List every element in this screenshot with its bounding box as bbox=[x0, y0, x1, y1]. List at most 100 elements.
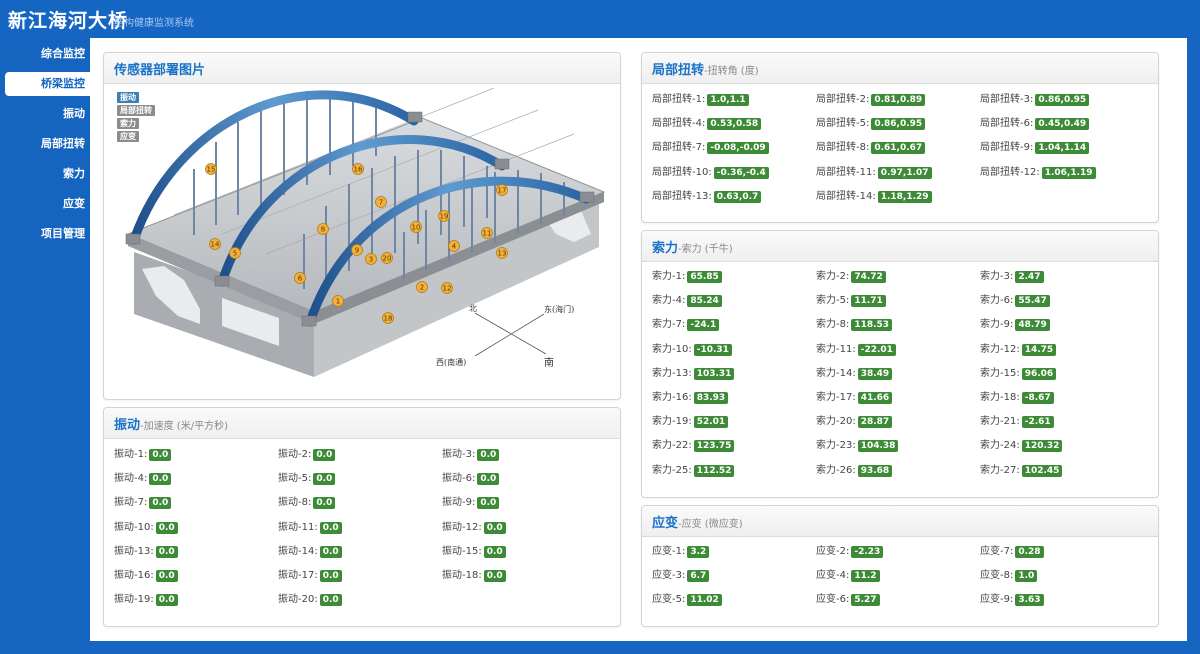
torsion-reading: 局部扭转-6: 0.45,0.49 bbox=[980, 117, 1090, 131]
cable-force-reading: 索力-9: 48.79 bbox=[980, 318, 1050, 332]
vibration-reading: 振动-15: 0.0 bbox=[442, 545, 506, 558]
sensor-marker[interactable]: 20 bbox=[381, 252, 393, 264]
sensor-marker[interactable]: 14 bbox=[209, 238, 221, 250]
sidebar-item-project-management[interactable]: 项目管理 bbox=[0, 222, 90, 246]
torsion-reading: 局部扭转-9: 1.04,1.14 bbox=[980, 141, 1090, 155]
cable-force-value-badge: -10.31 bbox=[693, 343, 732, 356]
torsion-reading: 局部扭转-8: 0.61,0.67 bbox=[816, 141, 926, 155]
cable-force-reading: 索力-27: 102.45 bbox=[980, 464, 1063, 477]
sidebar-item-bridge-monitor[interactable]: 桥梁监控 bbox=[5, 72, 90, 96]
torsion-reading-label: 局部扭转-10: bbox=[652, 166, 712, 178]
sensor-marker[interactable]: 18 bbox=[382, 312, 394, 324]
cable-force-reading: 索力-6: 55.47 bbox=[980, 294, 1050, 308]
strain-reading-label: 应变-8: bbox=[980, 570, 1014, 582]
cable-force-reading-label: 索力-15: bbox=[980, 367, 1020, 379]
sensor-marker[interactable]: 11 bbox=[481, 227, 493, 239]
cable-force-panel-subtitle: -索力 (千牛) bbox=[678, 244, 733, 255]
sensor-marker-label: 5 bbox=[233, 250, 237, 258]
vibration-reading: 振动-20: 0.0 bbox=[278, 593, 342, 607]
sensor-marker[interactable]: 2 bbox=[416, 281, 428, 293]
sensor-deployment-panel: 传感器部署图片 振动 局部扭转 索力 应变 北 东(海门) 西(南通) 南 1 … bbox=[103, 52, 621, 400]
torsion-panel-title: 局部扭转 bbox=[652, 63, 705, 78]
cable-force-reading-label: 索力-1: bbox=[652, 271, 686, 282]
cable-force-reading: 索力-14: 38.49 bbox=[816, 367, 893, 380]
cable-force-reading: 索力-24: 120.32 bbox=[980, 439, 1063, 453]
cable-force-reading-label: 索力-14: bbox=[816, 367, 856, 379]
torsion-panel: 局部扭转-扭转角 (度) 局部扭转-1: 1.0,1.1 局部扭转-2: 0.81,0… bbox=[641, 52, 1159, 223]
strain-reading-label: 应变-2: bbox=[816, 546, 850, 557]
sensor-marker[interactable]: 10 bbox=[410, 221, 422, 233]
sensor-marker-label: 6 bbox=[298, 275, 303, 283]
sensor-marker[interactable]: 17 bbox=[496, 184, 508, 196]
vibration-value-badge: 0.0 bbox=[483, 570, 506, 582]
sensor-marker-label: 20 bbox=[383, 255, 392, 263]
cable-force-reading-label: 索力-23: bbox=[816, 440, 856, 452]
strain-value-badge: 11.2 bbox=[851, 570, 880, 583]
vibration-reading: 振动-18: 0.0 bbox=[442, 569, 506, 582]
vibration-value-badge: 0.0 bbox=[149, 449, 172, 461]
sensor-marker[interactable]: 4 bbox=[448, 240, 460, 252]
torsion-reading-label: 局部扭转-1: bbox=[652, 94, 706, 105]
vibration-panel-header: 振动-加速度 (米/平方秒) bbox=[104, 408, 620, 439]
sensor-marker[interactable]: 3 bbox=[365, 253, 377, 265]
sensor-marker-label: 18 bbox=[384, 315, 393, 323]
sidebar-nav: 综合监控 桥梁监控 振动 局部扭转 索力 应变 项目管理 bbox=[0, 38, 90, 654]
sensor-marker-label: 13 bbox=[498, 250, 507, 258]
sidebar-item-torsion[interactable]: 局部扭转 bbox=[0, 132, 90, 156]
sensor-marker[interactable]: 6 bbox=[294, 272, 306, 284]
strain-value-badge: 6.7 bbox=[687, 570, 710, 583]
sensor-marker[interactable]: 1 bbox=[332, 295, 344, 307]
sensor-marker[interactable]: 5 bbox=[229, 247, 241, 259]
vibration-value-badge: 0.0 bbox=[477, 449, 500, 461]
cable-force-reading: 索力-12: 14.75 bbox=[980, 343, 1057, 356]
torsion-value-badge: 1.04,1.14 bbox=[1035, 142, 1090, 155]
vibration-reading-label: 振动-6: bbox=[442, 473, 476, 485]
strain-panel-title: 应变 bbox=[652, 516, 679, 531]
vibration-reading-label: 振动-5: bbox=[278, 473, 312, 485]
cable-force-reading-label: 索力-12: bbox=[980, 343, 1020, 355]
vibration-value-badge: 0.0 bbox=[483, 521, 506, 534]
torsion-reading-label: 局部扭转-11: bbox=[816, 166, 876, 178]
cable-force-reading: 索力-3: 2.47 bbox=[980, 270, 1044, 283]
sidebar-item-cable-force[interactable]: 索力 bbox=[0, 162, 90, 186]
torsion-reading: 局部扭转-3: 0.86,0.95 bbox=[980, 93, 1090, 106]
sensor-marker[interactable]: 16 bbox=[352, 163, 364, 175]
cable-force-reading: 索力-22: 123.75 bbox=[652, 439, 735, 453]
vibration-reading-label: 振动-15: bbox=[442, 545, 482, 557]
sensor-marker[interactable]: 13 bbox=[496, 247, 508, 259]
vibration-reading-label: 振动-13: bbox=[114, 545, 154, 557]
sensor-marker[interactable]: 19 bbox=[438, 210, 450, 222]
vibration-value-badge: 0.0 bbox=[319, 570, 342, 582]
vibration-reading-label: 振动-3: bbox=[442, 449, 476, 460]
cable-force-value-badge: -22.01 bbox=[857, 343, 896, 356]
sensor-marker[interactable]: 15 bbox=[205, 163, 217, 175]
cable-force-reading: 索力-18: -8.67 bbox=[980, 391, 1054, 404]
sensor-marker[interactable]: 7 bbox=[375, 196, 387, 208]
vibration-reading-label: 振动-11: bbox=[278, 521, 318, 533]
sidebar-item-overview[interactable]: 综合监控 bbox=[0, 42, 90, 66]
cable-force-reading: 索力-5: 11.71 bbox=[816, 294, 886, 308]
app-header: 新江海河大桥 结构健康监测系统 bbox=[0, 0, 1200, 38]
cable-force-reading-label: 索力-11: bbox=[816, 343, 856, 355]
sensor-marker-label: 19 bbox=[440, 213, 449, 221]
sensor-panel-header: 传感器部署图片 bbox=[104, 53, 620, 84]
torsion-reading-label: 局部扭转-14: bbox=[816, 190, 876, 202]
sidebar-item-vibration[interactable]: 振动 bbox=[0, 102, 90, 126]
cable-force-reading: 索力-8: 118.53 bbox=[816, 318, 893, 332]
cable-force-reading: 索力-4: 85.24 bbox=[652, 294, 722, 308]
torsion-reading-label: 局部扭转-13: bbox=[652, 190, 712, 202]
sidebar-item-strain[interactable]: 应变 bbox=[0, 192, 90, 216]
strain-reading-label: 应变-7: bbox=[980, 546, 1014, 557]
cable-force-reading-label: 索力-24: bbox=[980, 440, 1020, 452]
strain-reading-label: 应变-5: bbox=[652, 594, 686, 606]
cable-force-reading-label: 索力-20: bbox=[816, 416, 856, 428]
sensor-marker[interactable]: 8 bbox=[317, 223, 329, 235]
sensor-marker[interactable]: 9 bbox=[351, 244, 363, 256]
compass-west: 西(南通) bbox=[436, 357, 466, 367]
vibration-reading-label: 振动-17: bbox=[278, 570, 318, 581]
strain-panel: 应变-应变 (微应变) 应变-1: 3.2 应变-2: -2.23 应变-7: 0.28 应… bbox=[641, 505, 1159, 627]
torsion-value-badge: 1.18,1.29 bbox=[877, 190, 932, 203]
sensor-marker-label: 7 bbox=[379, 199, 383, 207]
cable-force-value-badge: 28.87 bbox=[857, 416, 893, 429]
sensor-marker[interactable]: 12 bbox=[441, 282, 453, 294]
